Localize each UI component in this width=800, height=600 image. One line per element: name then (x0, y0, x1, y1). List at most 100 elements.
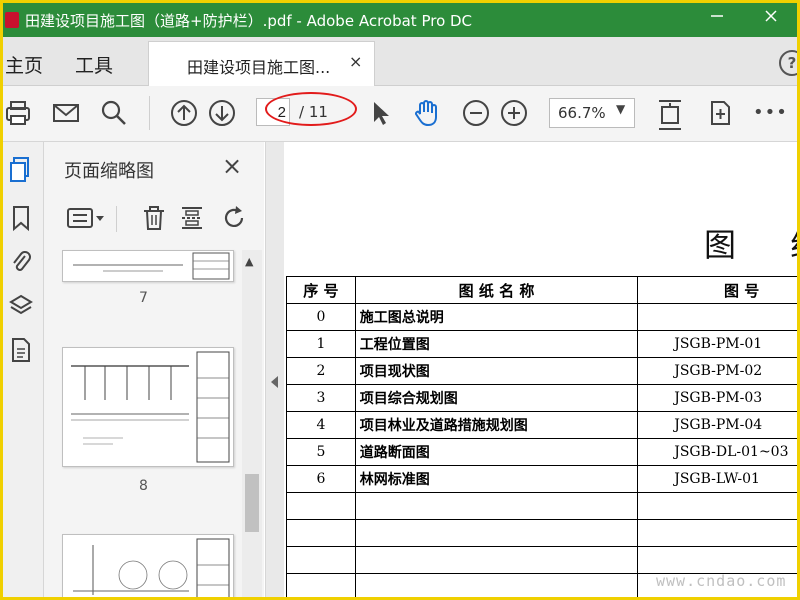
table-row: 3 项目综合规划图 JSGB-PM-03 (286, 384, 797, 412)
row-number (286, 492, 356, 520)
drawing-name: 工程位置图 (354, 330, 639, 358)
drawing-code (637, 303, 797, 331)
drawing-code: JSGB-PM-03 (637, 384, 797, 412)
table-row (286, 492, 797, 520)
drawing-code: JSGB-PM-01 (637, 330, 797, 358)
drawing-code: JSGB-PM-04 (637, 411, 797, 439)
table-row: 2 项目现状图 JSGB-PM-02 (286, 357, 797, 385)
zoom-in-icon[interactable] (499, 98, 529, 128)
row-number: 6 (286, 465, 356, 493)
rotate-view-icon[interactable] (705, 98, 735, 128)
layers-icon[interactable] (9, 292, 33, 318)
drawing-code (637, 546, 797, 574)
drawing-code (637, 492, 797, 520)
rotate-page-icon[interactable] (220, 204, 248, 234)
split-page-icon[interactable] (178, 204, 206, 234)
scroll-up-icon[interactable]: ▲ (245, 255, 253, 268)
help-icon[interactable]: ? (779, 50, 797, 76)
drawing-code (637, 519, 797, 547)
page-thumbnail[interactable] (62, 347, 234, 467)
previous-page-icon[interactable] (169, 98, 199, 128)
minimize-icon[interactable] (697, 7, 737, 31)
search-icon[interactable] (99, 98, 129, 128)
page-thumbnail[interactable] (62, 250, 234, 282)
document-heading: 图 纸 (704, 226, 797, 264)
drawing-name: 林网标准图 (354, 465, 639, 493)
row-number: 4 (286, 411, 356, 439)
thumbnail-pane: 页面缩略图 × 7 8 ▲ (44, 142, 264, 597)
thumbnail-options-icon[interactable] (66, 204, 106, 234)
zoom-select[interactable]: 66.7% ▼ (549, 98, 635, 128)
tools-menu[interactable]: 工具 (75, 51, 113, 78)
drawing-name (354, 573, 639, 597)
table-row (286, 546, 797, 574)
column-header: 图 号 (637, 276, 797, 304)
drawing-name: 项目现状图 (354, 357, 639, 385)
drawing-name: 项目综合规划图 (354, 384, 639, 412)
tab-bar: 主页 工具 田建设项目施工图... × ? (3, 37, 797, 86)
attachment-icon[interactable] (9, 248, 33, 274)
row-number (286, 519, 356, 547)
toolbar: / 11 66.7% ▼ ••• (3, 86, 797, 142)
app-window: 田建设项目施工图（道路+防护栏）.pdf - Adobe Acrobat Pro… (3, 3, 797, 597)
row-number (286, 546, 356, 574)
acrobat-logo-icon (5, 12, 19, 28)
table-row: 0 施工图总说明 (286, 303, 797, 331)
page-thumbnails-icon[interactable] (9, 156, 33, 182)
row-number (286, 573, 356, 597)
window-title: 田建设项目施工图（道路+防护栏）.pdf - Adobe Acrobat Pro… (25, 12, 473, 30)
row-number: 0 (286, 303, 356, 331)
row-number: 5 (286, 438, 356, 466)
drawing-name (354, 492, 639, 520)
print-icon[interactable] (3, 98, 33, 128)
pane-toolbar-divider (116, 206, 117, 232)
next-page-icon[interactable] (207, 98, 237, 128)
table-header-row: 序 号 图 纸 名 称 图 号 (286, 276, 797, 304)
drawing-name (354, 546, 639, 574)
drawing-name (354, 519, 639, 547)
document-properties-icon[interactable] (9, 336, 33, 362)
more-options-icon[interactable]: ••• (753, 102, 787, 132)
drawing-code: JSGB-PM-02 (637, 357, 797, 385)
zoom-out-icon[interactable] (461, 98, 491, 128)
home-menu[interactable]: 主页 (5, 51, 43, 78)
drawing-index-table: 序 号 图 纸 名 称 图 号 0 施工图总说明 1 工程位置图 JSGB-PM-01… (286, 276, 797, 597)
page-thumbnail[interactable] (62, 534, 234, 597)
bookmark-icon[interactable] (9, 204, 33, 232)
annotation-circle (265, 92, 357, 126)
scrollbar-thumb[interactable] (245, 474, 259, 532)
collapse-arrow-icon (271, 376, 278, 388)
pane-close-icon[interactable]: × (222, 152, 242, 180)
thumbnail-scrollbar[interactable]: ▲ (242, 250, 262, 597)
close-icon[interactable] (751, 7, 791, 31)
document-view: 图 纸 序 号 图 纸 名 称 图 号 0施工图总说明 1工程位置图JSGB-P… (284, 142, 797, 597)
document-tab-label: 田建设项目施工图... (187, 58, 331, 77)
hand-tool-icon[interactable] (411, 98, 441, 128)
delete-page-icon[interactable] (140, 204, 168, 234)
row-number: 1 (286, 330, 356, 358)
document-tab[interactable]: 田建设项目施工图... × (148, 41, 375, 86)
chevron-down-icon: ▼ (616, 102, 626, 116)
drawing-name: 施工图总说明 (354, 303, 639, 331)
drawing-code: JSGB-LW-01 (637, 465, 797, 493)
toolbar-divider (149, 96, 150, 130)
table-row: 1 工程位置图 JSGB-PM-01 (286, 330, 797, 358)
thumbnail-pane-title: 页面缩略图 (64, 161, 154, 182)
drawing-name: 道路断面图 (354, 438, 639, 466)
tab-close-icon[interactable]: × (349, 52, 362, 71)
left-rail (3, 142, 44, 597)
watermark: www.cndao.com (656, 572, 787, 590)
zoom-value: 66.7% (558, 104, 606, 122)
column-header: 图 纸 名 称 (354, 276, 639, 304)
table-row: 6 林网标准图 JSGB-LW-01 (286, 465, 797, 493)
table-row (286, 519, 797, 547)
table-row: 5 道路断面图 JSGB-DL-01~03 (286, 438, 797, 466)
drawing-name: 项目林业及道路措施规划图 (354, 411, 639, 439)
pane-collapse-handle[interactable] (265, 142, 284, 597)
title-bar: 田建设项目施工图（道路+防护栏）.pdf - Adobe Acrobat Pro… (3, 3, 797, 37)
table-row: 4 项目林业及道路措施规划图 JSGB-PM-04 (286, 411, 797, 439)
email-icon[interactable] (51, 98, 81, 128)
drawing-code: JSGB-DL-01~03 (637, 438, 797, 466)
select-cursor-icon[interactable] (365, 98, 395, 128)
fit-page-icon[interactable] (655, 98, 685, 130)
